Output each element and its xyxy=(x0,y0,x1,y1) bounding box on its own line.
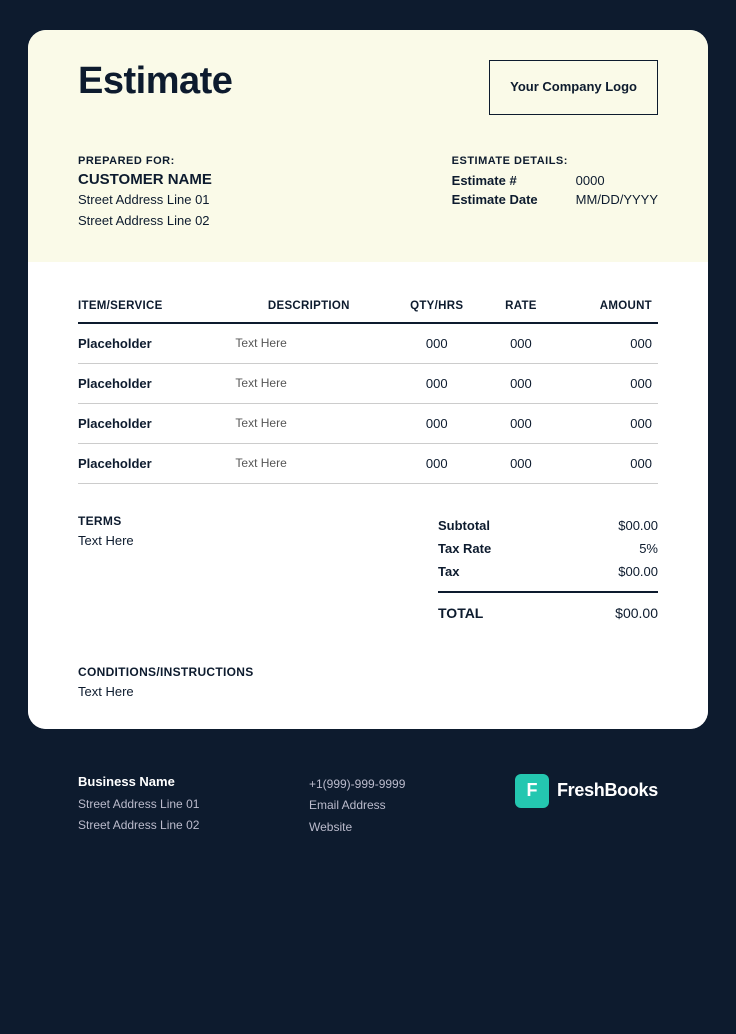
cell-item-2: Placeholder xyxy=(78,403,235,443)
cell-desc-3: Text Here xyxy=(235,443,388,483)
cell-item-3: Placeholder xyxy=(78,443,235,483)
document-wrapper: Estimate Your Company Logo PREPARED FOR:… xyxy=(28,30,708,729)
footer-phone: +1(999)-999-9999 xyxy=(309,774,405,796)
page-footer: Business Name Street Address Line 01 Str… xyxy=(28,749,708,869)
doc-info-section: PREPARED FOR: CUSTOMER NAME Street Addre… xyxy=(28,145,708,262)
cell-item-1: Placeholder xyxy=(78,363,235,403)
estimate-number-row: Estimate # 0000 xyxy=(452,173,658,188)
col-item: ITEM/SERVICE xyxy=(78,292,235,323)
col-qty: QTY/HRS xyxy=(388,292,491,323)
cell-rate-0: 000 xyxy=(491,323,556,364)
table-row: Placeholder Text Here 000 000 000 xyxy=(78,443,658,483)
tax-row: Tax $00.00 xyxy=(438,560,658,583)
subtotal-label: Subtotal xyxy=(438,518,490,533)
terms-totals-row: TERMS Text Here Subtotal $00.00 Tax Rate… xyxy=(78,514,658,625)
totals-block: Subtotal $00.00 Tax Rate 5% Tax $00.00 T… xyxy=(438,514,658,625)
conditions-label: CONDITIONS/INSTRUCTIONS xyxy=(78,665,658,679)
footer-email: Email Address xyxy=(309,795,405,817)
footer-business-name: Business Name xyxy=(78,774,199,789)
conditions-block: CONDITIONS/INSTRUCTIONS Text Here xyxy=(78,665,658,699)
address-line-2: Street Address Line 02 xyxy=(78,211,212,232)
table-row: Placeholder Text Here 000 000 000 xyxy=(78,363,658,403)
total-row: TOTAL $00.00 xyxy=(438,601,658,625)
cell-amount-3: 000 xyxy=(557,443,658,483)
subtotal-row: Subtotal $00.00 xyxy=(438,514,658,537)
tax-label: Tax xyxy=(438,564,459,579)
footer-website: Website xyxy=(309,817,405,839)
freshbooks-icon: F xyxy=(515,774,549,808)
cell-desc-2: Text Here xyxy=(235,403,388,443)
prepared-for-label: PREPARED FOR: xyxy=(78,155,212,167)
totals-divider xyxy=(438,591,658,593)
cell-qty-3: 000 xyxy=(388,443,491,483)
col-description: DESCRIPTION xyxy=(235,292,388,323)
company-logo-text: Your Company Logo xyxy=(510,78,637,96)
table-row: Placeholder Text Here 000 000 000 xyxy=(78,323,658,364)
doc-title: Estimate xyxy=(78,60,232,103)
doc-header: Estimate Your Company Logo xyxy=(28,30,708,145)
estimate-number-value: 0000 xyxy=(576,173,605,188)
terms-block: TERMS Text Here xyxy=(78,514,134,548)
cell-qty-0: 000 xyxy=(388,323,491,364)
col-amount: AMOUNT xyxy=(557,292,658,323)
estimate-date-label: Estimate Date xyxy=(452,192,562,207)
cell-desc-1: Text Here xyxy=(235,363,388,403)
cell-rate-3: 000 xyxy=(491,443,556,483)
cell-amount-0: 000 xyxy=(557,323,658,364)
cell-item-0: Placeholder xyxy=(78,323,235,364)
estimate-date-value: MM/DD/YYYY xyxy=(576,192,658,207)
cell-amount-1: 000 xyxy=(557,363,658,403)
conditions-text: Text Here xyxy=(78,684,658,699)
items-table: ITEM/SERVICE DESCRIPTION QTY/HRS RATE AM… xyxy=(78,292,658,484)
cell-qty-2: 000 xyxy=(388,403,491,443)
footer-address-line1: Street Address Line 01 xyxy=(78,794,199,816)
cell-amount-2: 000 xyxy=(557,403,658,443)
customer-name: CUSTOMER NAME xyxy=(78,171,212,188)
tax-rate-row: Tax Rate 5% xyxy=(438,537,658,560)
estimate-details-block: ESTIMATE DETAILS: Estimate # 0000 Estima… xyxy=(452,155,658,211)
total-label: TOTAL xyxy=(438,605,483,621)
terms-label: TERMS xyxy=(78,514,134,528)
freshbooks-name: FreshBooks xyxy=(557,780,658,801)
table-row: Placeholder Text Here 000 000 000 xyxy=(78,403,658,443)
estimate-date-row: Estimate Date MM/DD/YYYY xyxy=(452,192,658,207)
total-value: $00.00 xyxy=(615,605,658,621)
cell-desc-0: Text Here xyxy=(235,323,388,364)
doc-title-block: Estimate xyxy=(78,60,232,103)
estimate-number-label: Estimate # xyxy=(452,173,562,188)
footer-contact-block: +1(999)-999-9999 Email Address Website xyxy=(309,774,405,839)
cell-rate-2: 000 xyxy=(491,403,556,443)
terms-text: Text Here xyxy=(78,533,134,548)
tax-value: $00.00 xyxy=(618,564,658,579)
freshbooks-icon-letter: F xyxy=(526,780,537,801)
cell-rate-1: 000 xyxy=(491,363,556,403)
subtotal-value: $00.00 xyxy=(618,518,658,533)
prepared-for-block: PREPARED FOR: CUSTOMER NAME Street Addre… xyxy=(78,155,212,232)
address-line-1: Street Address Line 01 xyxy=(78,190,212,211)
company-logo-box: Your Company Logo xyxy=(489,60,658,115)
tax-rate-label: Tax Rate xyxy=(438,541,491,556)
estimate-details-label: ESTIMATE DETAILS: xyxy=(452,155,658,167)
table-header-row: ITEM/SERVICE DESCRIPTION QTY/HRS RATE AM… xyxy=(78,292,658,323)
col-rate: RATE xyxy=(491,292,556,323)
tax-rate-value: 5% xyxy=(639,541,658,556)
doc-body: ITEM/SERVICE DESCRIPTION QTY/HRS RATE AM… xyxy=(28,262,708,729)
freshbooks-brand: F FreshBooks xyxy=(515,774,658,808)
footer-address-line2: Street Address Line 02 xyxy=(78,815,199,837)
cell-qty-1: 000 xyxy=(388,363,491,403)
footer-left: Business Name Street Address Line 01 Str… xyxy=(78,774,199,837)
